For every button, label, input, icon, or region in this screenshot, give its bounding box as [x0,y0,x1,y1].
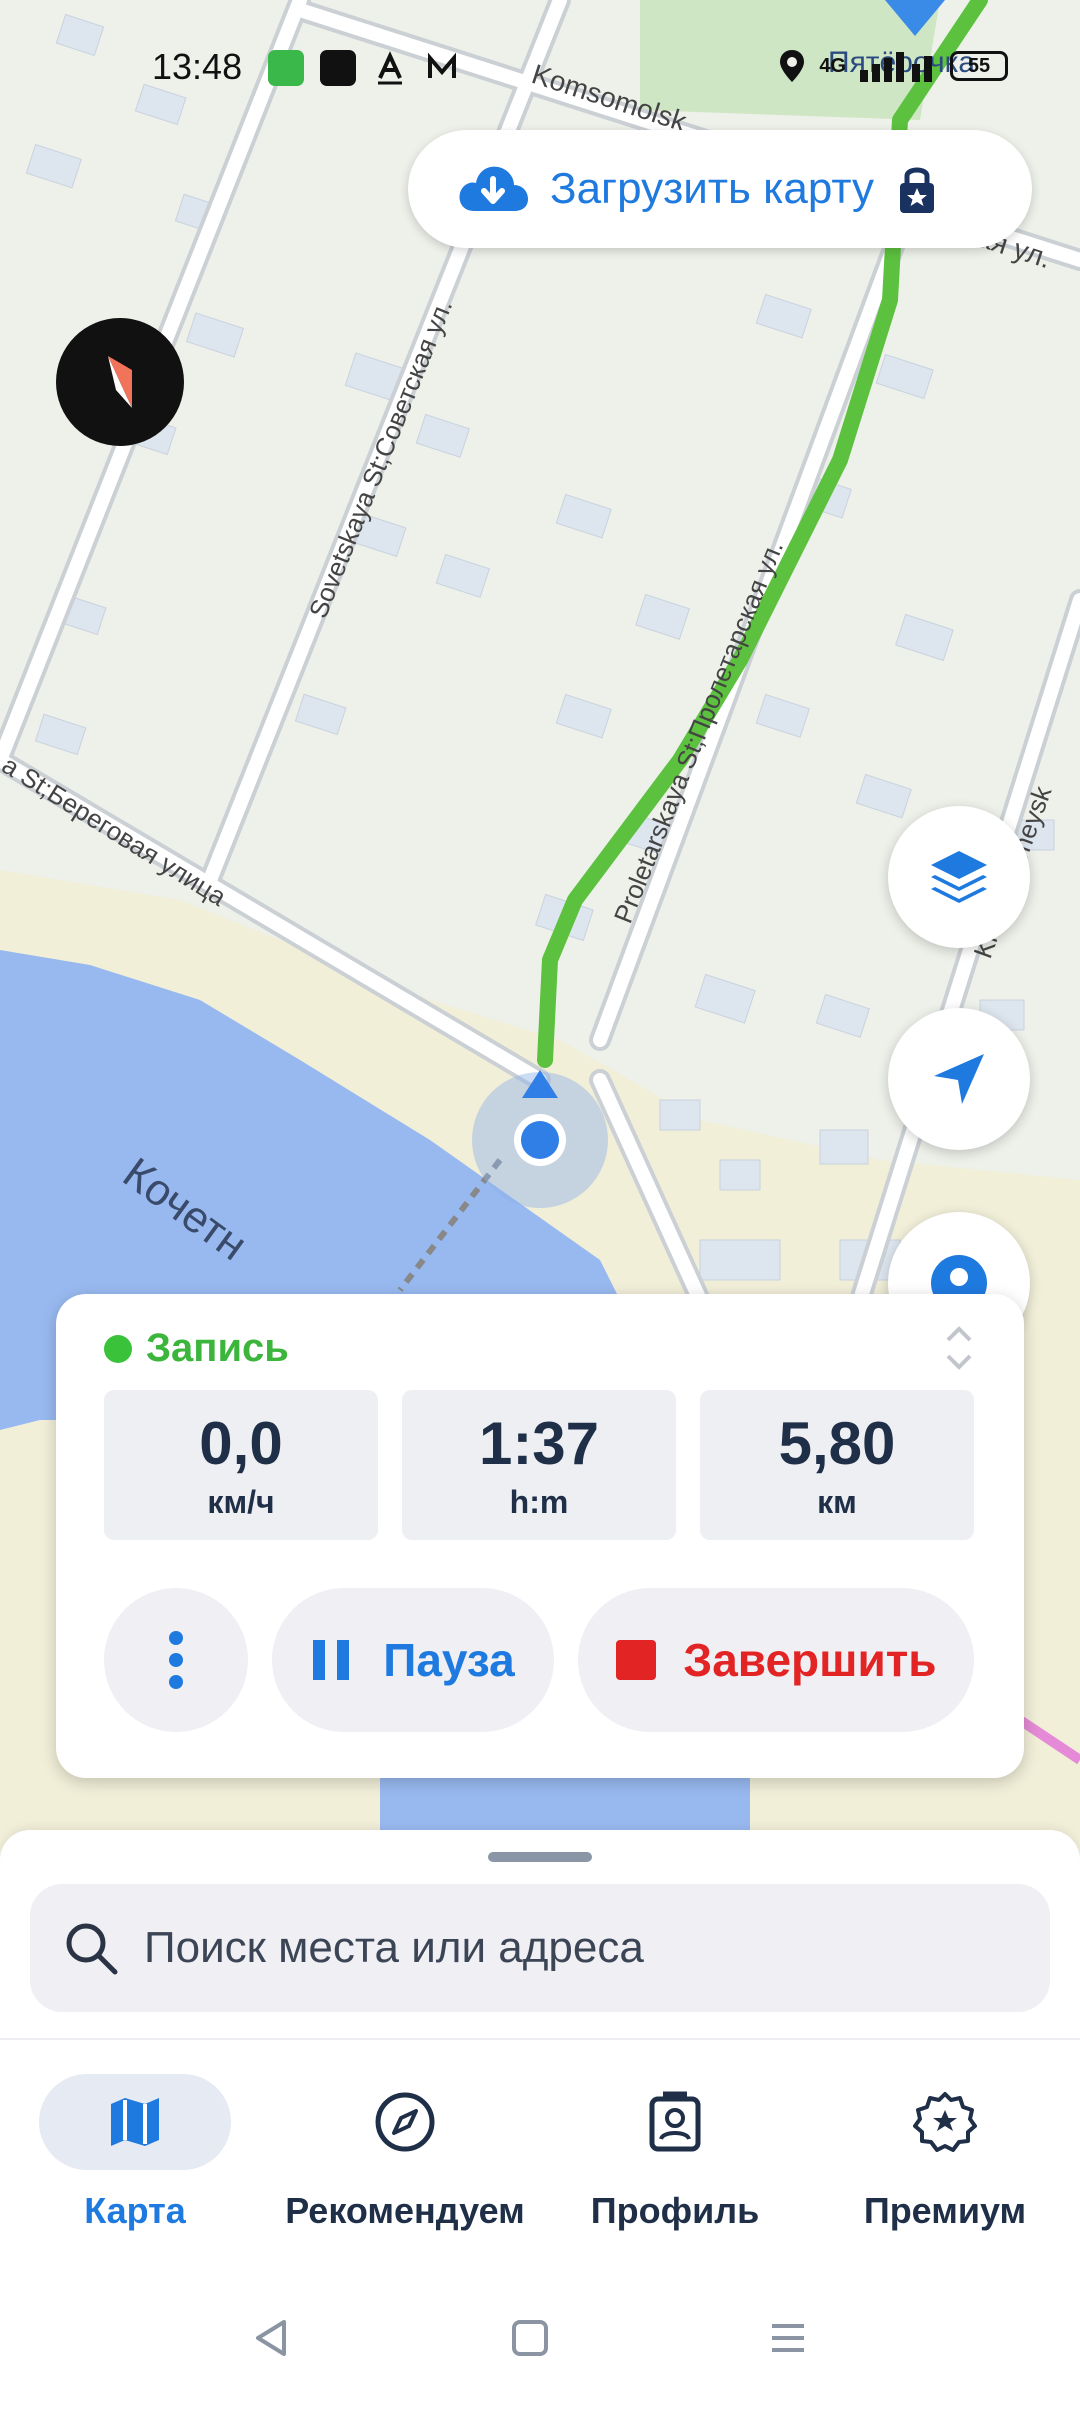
recording-label: Запись [146,1326,289,1370]
nav-label-map: Карта [84,2190,186,2231]
battery-icon: 55 [950,51,1008,81]
menu-lines-icon [772,2324,804,2352]
nav-item-profile[interactable]: Профиль [545,2074,805,2232]
nav-label-profile: Профиль [590,2190,760,2231]
more-vertical-icon [169,1631,183,1689]
search-input[interactable]: Поиск места или адреса [30,1884,1050,2012]
m-app-icon [428,52,456,78]
speed-unit: км/ч [207,1484,275,1520]
cloud-download-icon [459,166,528,211]
status-bar: 13:48 4G 55 [0,40,1080,104]
divider [0,2038,1080,2040]
back-triangle-icon [256,2320,286,2356]
distance-unit: км [817,1484,857,1520]
finish-button[interactable]: Завершить [578,1588,974,1732]
dark-app-icon [320,50,356,86]
profile-icon [649,2091,701,2152]
stop-icon [616,1640,657,1680]
pause-button[interactable]: Пауза [272,1588,554,1732]
home-square-icon [512,2320,548,2356]
download-map-label: Загрузить карту [550,164,874,213]
nav-item-premium[interactable]: Премиум [815,2074,1075,2232]
nav-label-premium: Премиум [863,2190,1027,2231]
search-placeholder: Поиск места или адреса [144,1923,644,1972]
pause-label: Пауза [383,1634,515,1686]
layers-icon [931,851,987,903]
compass-needle-icon [108,356,132,408]
a-app-icon [378,51,402,85]
duration-unit: h:m [509,1484,569,1520]
network-type: 4G [819,54,846,77]
signal-icon [860,52,932,82]
expand-collapse-icon[interactable] [944,1322,974,1374]
status-time: 13:48 [152,46,243,87]
sheet-grabber[interactable] [488,1852,592,1862]
nav-item-recommended[interactable]: Рекомендуем [275,2074,535,2232]
nav-label-recommended: Рекомендуем [285,2190,525,2231]
download-map-button[interactable]: Загрузить карту [408,130,1032,248]
more-options-button[interactable] [104,1588,248,1732]
duration-stat: 1:37 h:m [402,1390,676,1540]
compass-button[interactable] [56,318,184,446]
recording-dot-icon [104,1334,132,1363]
nav-item-map[interactable]: Карта [5,2074,265,2232]
recording-panel: Запись 0,0 км/ч 1:37 h:m 5,80 км Пауза З… [56,1294,1024,1778]
speed-value: 0,0 [199,1410,283,1477]
speed-stat: 0,0 км/ч [104,1390,378,1540]
location-icon [780,50,805,82]
distance-stat: 5,80 км [700,1390,974,1540]
finish-label: Завершить [683,1634,937,1686]
status-right: 4G 55 [777,48,1008,84]
recording-status: Запись [104,1326,289,1371]
messages-icon [268,50,304,86]
my-location-button[interactable] [888,1008,1030,1150]
lock-star-icon [899,167,934,213]
layers-button[interactable] [888,806,1030,948]
system-recents-button[interactable] [758,2308,818,2368]
pause-icon [313,1640,350,1680]
duration-value: 1:37 [478,1410,600,1477]
search-icon [66,1923,118,1975]
compass-icon [375,2092,435,2152]
map-icon [111,2098,159,2146]
battery-level: 55 [967,55,991,77]
system-back-button[interactable] [242,2308,302,2368]
premium-star-icon [913,2092,977,2152]
navigation-arrow-icon [934,1054,984,1104]
system-home-button[interactable] [500,2308,560,2368]
distance-value: 5,80 [778,1410,896,1477]
